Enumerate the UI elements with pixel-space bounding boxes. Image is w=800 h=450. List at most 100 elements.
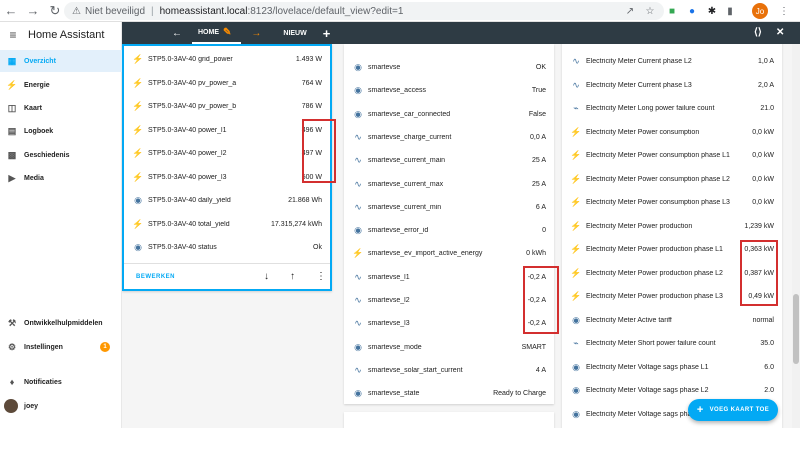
entity-row[interactable]: ⚡ Electricity Meter Power consumption pha… [562, 191, 782, 214]
entity-row[interactable]: ⚡ STP5.0-3AV-40 pv_power_a 764 W [124, 72, 330, 95]
address-bar[interactable]: ⚠ Niet beveiligd | homeassistant.local :… [64, 2, 664, 20]
entity-row[interactable]: ◉ smartevse_state Ready to Charge [344, 382, 554, 405]
entity-name: smartevse_current_min [368, 203, 442, 211]
eye-icon: ◉ [354, 388, 362, 399]
entity-value: Ok [313, 244, 322, 251]
profile-avatar[interactable]: Jo [752, 3, 768, 19]
star-icon[interactable]: ☆ [642, 3, 658, 19]
arrow-up-icon[interactable]: ↑ [290, 271, 295, 282]
sidebar-item-overzicht[interactable]: ▦ Overzicht [0, 50, 122, 72]
sidebar-item-label: joey [24, 402, 39, 410]
move-left-icon[interactable]: ← [162, 22, 192, 44]
sidebar-item-energie[interactable]: ⚡ Energie [0, 74, 122, 96]
entity-row[interactable]: ∿ smartevse_solar_start_current 4 A [344, 359, 554, 382]
tab-home[interactable]: HOME ✎ [192, 22, 242, 44]
close-icon[interactable]: ✕ [776, 27, 784, 38]
wave-icon: ∿ [354, 131, 362, 142]
reload-icon[interactable]: ↻ [44, 0, 66, 22]
page-scrollbar[interactable] [792, 44, 800, 428]
entity-row[interactable]: ◉ Electricity Meter Active tariff normal [562, 309, 782, 332]
kebab-menu-icon[interactable]: ⋮ [776, 3, 792, 19]
entity-name: smartevse_ev_import_active_energy [368, 250, 483, 258]
entity-row[interactable]: ∿ smartevse_current_max 25 A [344, 173, 554, 196]
edit-card-button[interactable]: BEWERKEN [124, 274, 175, 280]
sidebar-header: ≡ Home Assistant [0, 22, 121, 48]
entity-row[interactable]: ◉ smartevse_mode SMART [344, 336, 554, 359]
sidebar-item-geschiedenis[interactable]: ▩ Geschiedenis [0, 144, 122, 166]
electricity-meter-card[interactable]: ∿ Electricity Meter Current phase L2 1,0 A… [562, 44, 782, 428]
app-title: Home Assistant [28, 29, 105, 41]
sidebar-item-media[interactable]: ▶ Media [0, 167, 122, 189]
entity-row[interactable]: ⚡ STP5.0-3AV-40 total_yield 17.315,274 kWh [124, 213, 330, 236]
move-right-icon[interactable]: → [241, 22, 271, 44]
arrow-down-icon[interactable]: ↓ [264, 271, 269, 282]
bolt-icon: ⚡ [352, 248, 364, 259]
pencil-icon[interactable]: ✎ [223, 27, 231, 38]
eye-icon: ◉ [572, 361, 580, 372]
entity-row[interactable]: ⚡ Electricity Meter Power consumption pha… [562, 144, 782, 167]
entity-row[interactable]: ∿ smartevse_charge_current 0,0 A [344, 126, 554, 149]
entity-value: 1,0 A [758, 58, 774, 65]
bolt-icon: ⚡ [570, 267, 582, 278]
forward-icon[interactable]: → [22, 0, 44, 22]
sidebar-item-logboek[interactable]: ▤ Logboek [0, 120, 122, 142]
entity-row[interactable]: ⚡ STP5.0-3AV-40 power_l3 500 W [124, 166, 330, 189]
entity-value: 25 A [531, 180, 546, 188]
menu-icon[interactable]: ≡ [0, 28, 26, 42]
back-icon[interactable]: ← [0, 0, 22, 22]
entity-row[interactable]: ⚡ Electricity Meter Power consumption pha… [562, 168, 782, 191]
entity-value: 786 W [301, 103, 322, 110]
add-view-icon[interactable]: + [313, 22, 341, 44]
inverter-entities-card[interactable]: ⚡ STP5.0-3AV-40 grid_power 1.493 W ⚡ STP5.0-… [122, 44, 332, 291]
entity-row[interactable]: ⚡ Electricity Meter Power production 1,239… [562, 215, 782, 238]
eye-icon: ◉ [572, 314, 580, 325]
entity-row[interactable]: ◉ STP5.0-3AV-40 status Ok [124, 236, 330, 259]
entity-row[interactable]: ⌁ Electricity Meter Long power failure co… [562, 97, 782, 120]
entity-row[interactable]: ∿ Electricity Meter Current phase L3 2,0 A [562, 74, 782, 97]
entity-value: True [531, 87, 546, 95]
entity-row[interactable]: ⚡ STP5.0-3AV-40 power_l2 497 W [124, 142, 330, 165]
entity-row[interactable]: ⌁ Electricity Meter Short power failure c… [562, 332, 782, 355]
entity-row[interactable]: ◉ Electricity Meter Voltage sags phase L1… [562, 356, 782, 379]
entity-row[interactable]: ∿ smartevse_current_min 6 A [344, 196, 554, 219]
smartevse-entities-card[interactable]: ◉ smartevse OK ◉ smartevse_access True ◉ smarte… [344, 44, 554, 404]
share-icon[interactable]: ↗ [622, 3, 638, 19]
sidebar-item-notificaties[interactable]: ♦ Notificaties [0, 371, 122, 393]
sidebar-icon[interactable]: ▮ [722, 3, 738, 19]
entity-row[interactable]: ⚡ smartevse_ev_import_active_energy 0 kWh [344, 242, 554, 265]
wave-icon: ∿ [354, 318, 362, 329]
more-options-icon[interactable]: ⋮ [316, 271, 326, 282]
entity-row[interactable]: ∿ smartevse_current_main 25 A [344, 149, 554, 172]
entity-value: 0 [542, 227, 546, 235]
bolt-icon: ⚡ [132, 148, 144, 158]
entity-row[interactable]: ⚡ Electricity Meter Power consumption 0,0 … [562, 121, 782, 144]
sidebar-item-kaart[interactable]: ◫ Kaart [0, 97, 122, 119]
entity-row[interactable]: ⚡ STP5.0-3AV-40 power_l1 496 W [124, 119, 330, 142]
entity-row[interactable]: ◉ smartevse OK [344, 56, 554, 79]
sidebar-item-user[interactable]: joey [0, 395, 122, 417]
entity-name: Electricity Meter Current phase L2 [586, 58, 692, 65]
entity-row[interactable]: ◉ smartevse_car_connected False [344, 103, 554, 126]
sidebar-item-label: Media [24, 174, 44, 182]
extension-icon[interactable]: ■ [664, 3, 680, 19]
url-path: :8123/lovelace/default_view?edit=1 [247, 5, 404, 17]
bolt-off-icon: ⌁ [573, 103, 579, 113]
sidebar-item-instellingen[interactable]: ⚙ Instellingen 1 [0, 336, 122, 358]
scrollbar-thumb[interactable] [793, 294, 799, 364]
sidebar-item-label: Overzicht [24, 57, 56, 65]
entity-name: smartevse_l3 [368, 320, 410, 328]
tab-nieuw[interactable]: NIEUW [277, 22, 312, 44]
entity-row[interactable]: ◉ smartevse_access True [344, 79, 554, 102]
entity-value: 0,0 kW [752, 175, 774, 183]
entity-row[interactable]: ⚡ STP5.0-3AV-40 grid_power 1.493 W [124, 48, 330, 71]
puzzle-icon[interactable]: ✱ [704, 3, 720, 19]
entity-name: STP5.0-3AV-40 power_l1 [148, 126, 227, 134]
entity-row[interactable]: ◉ STP5.0-3AV-40 daily_yield 21.868 Wh [124, 189, 330, 212]
entity-row[interactable]: ⚡ STP5.0-3AV-40 pv_power_b 786 W [124, 95, 330, 118]
add-card-button[interactable]: + VOEG KAART TOE [688, 399, 778, 421]
extension-icon[interactable]: ● [684, 3, 700, 19]
entity-row[interactable]: ◉ smartevse_error_id 0 [344, 219, 554, 242]
entity-row[interactable]: ∿ Electricity Meter Current phase L2 1,0 A [562, 50, 782, 73]
sidebar-item-ontwikkelhulpmiddelen[interactable]: ⚒ Ontwikkelhulpmiddelen [0, 312, 122, 334]
code-icon[interactable]: ⟨⟩ [754, 27, 762, 38]
